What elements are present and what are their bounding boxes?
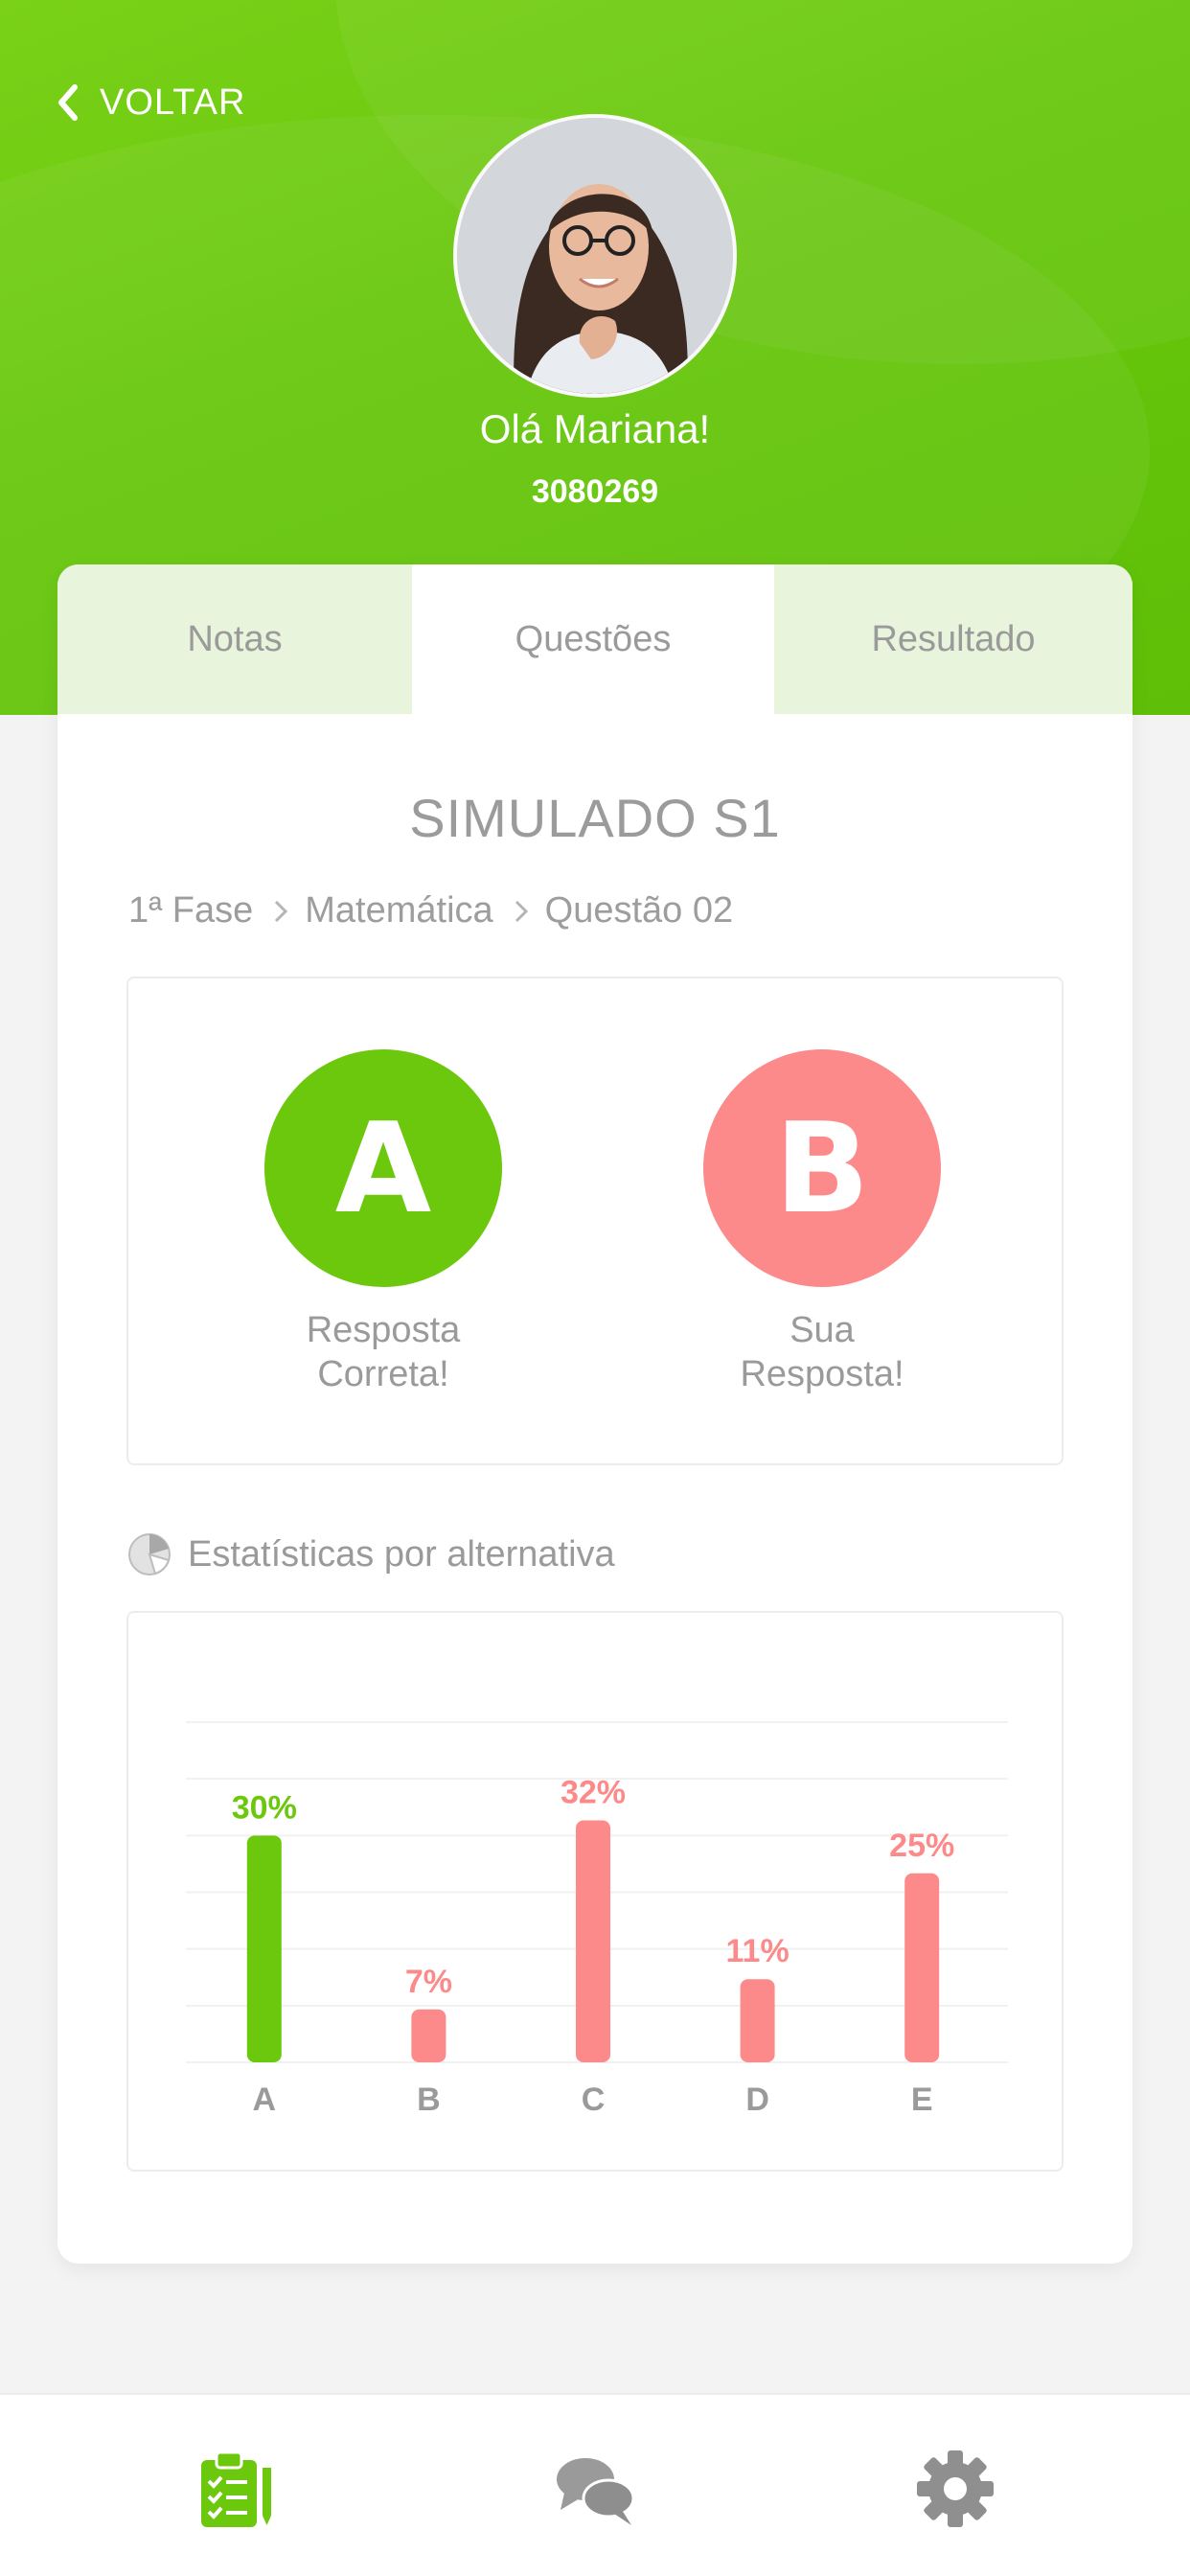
chart-bar-c — [576, 1820, 610, 2062]
stats-title: Estatísticas por alternativa — [188, 1533, 615, 1575]
chevron-left-icon — [58, 84, 78, 121]
user-answer-label: Sua Resposta! — [698, 1308, 947, 1396]
correct-answer-label: Resposta Correta! — [259, 1308, 508, 1396]
nav-chat[interactable] — [555, 2449, 635, 2529]
page-title: SIMULADO S1 — [409, 788, 781, 848]
correct-answer: A Resposta Correta! — [259, 1049, 508, 1396]
bar-chart: 30% A 7% B 32% C 11% D 25% E — [186, 1721, 1008, 2118]
breadcrumb: 1ª Fase Matemática Questão 02 — [128, 890, 733, 932]
chart-category-label: C — [582, 2082, 606, 2118]
user-id: 3080269 — [531, 473, 659, 510]
nav-settings[interactable] — [915, 2449, 995, 2529]
tab-questoes[interactable]: Questões — [412, 564, 774, 714]
correct-answer-label-line1: Resposta — [306, 1310, 461, 1350]
stats-heading: Estatísticas por alternativa — [126, 1531, 615, 1577]
chart-category-label: E — [911, 2082, 933, 2118]
stats-chart: 30% A 7% B 32% C 11% D 25% E — [126, 1611, 1064, 2172]
chart-category-label: D — [745, 2082, 769, 2118]
breadcrumb-subject[interactable]: Matemática — [305, 890, 492, 932]
chart-bar-b — [411, 2009, 446, 2062]
avatar — [453, 114, 737, 398]
chevron-right-icon — [515, 900, 528, 922]
clipboard-checklist-icon — [201, 2450, 271, 2527]
chart-value-label: 11% — [726, 1933, 790, 1969]
chart-bar-d — [740, 1979, 775, 2062]
back-button[interactable]: VOLTAR — [54, 79, 245, 126]
main-card: Notas Questões Resultado SIMULADO S1 1ª … — [57, 564, 1133, 2264]
breadcrumb-phase[interactable]: 1ª Fase — [128, 890, 253, 932]
greeting: Olá Mariana! — [479, 406, 711, 451]
nav-simulados[interactable] — [195, 2449, 276, 2529]
tab-resultado[interactable]: Resultado — [774, 564, 1133, 714]
chart-value-label: 25% — [889, 1828, 954, 1864]
bottom-nav — [0, 2393, 1190, 2576]
back-label: VOLTAR — [100, 81, 246, 123]
answers-box: A Resposta Correta! B Sua Resposta! — [126, 977, 1064, 1465]
correct-answer-letter: A — [264, 1049, 502, 1287]
chart-value-label: 7% — [405, 1964, 452, 2000]
user-answer: B Sua Resposta! — [698, 1049, 947, 1396]
chart-category-label: A — [253, 2082, 277, 2118]
user-answer-label-line1: Sua — [790, 1310, 855, 1350]
chevron-right-icon — [275, 900, 288, 922]
user-answer-letter: B — [703, 1049, 941, 1287]
chart-value-label: 30% — [232, 1789, 297, 1826]
user-answer-label-line2: Resposta! — [740, 1354, 904, 1394]
breadcrumb-question: Questão 02 — [544, 890, 734, 931]
pie-chart-icon — [128, 1533, 171, 1576]
chart-category-label: B — [417, 2082, 441, 2118]
chart-bar-e — [904, 1873, 940, 2062]
chart-value-label: 32% — [561, 1775, 626, 1811]
tab-notas[interactable]: Notas — [57, 564, 412, 714]
chart-bar-a — [246, 1835, 282, 2062]
gear-icon — [917, 2450, 994, 2527]
tab-bar: Notas Questões Resultado — [57, 564, 1133, 714]
correct-answer-label-line2: Correta! — [317, 1354, 449, 1394]
chat-bubbles-icon — [557, 2458, 635, 2525]
